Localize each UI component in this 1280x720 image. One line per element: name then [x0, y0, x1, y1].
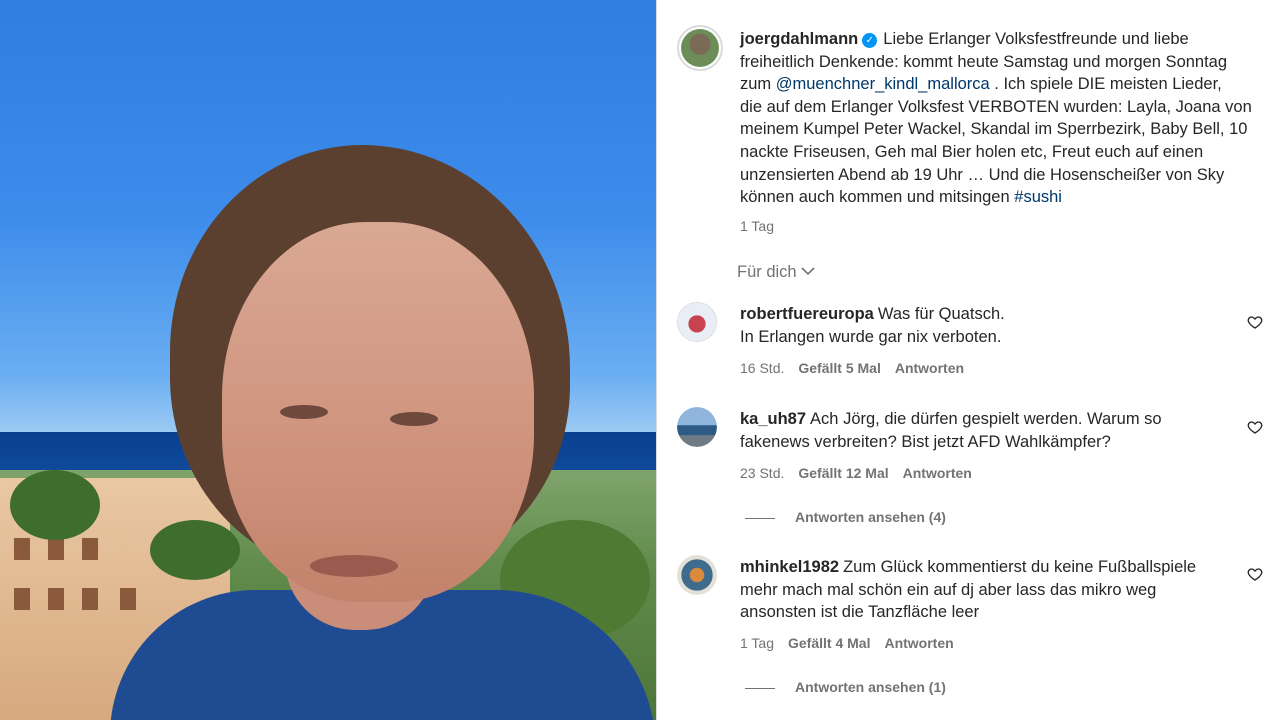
comment-time[interactable]: 1 Tag [740, 635, 774, 651]
replies-divider [745, 517, 775, 519]
reply-button[interactable]: Antworten [903, 465, 972, 481]
verified-badge-icon: ✓ [862, 33, 878, 48]
view-replies-button[interactable]: Antworten ansehen (1) [745, 679, 946, 695]
caption-text: nackte Friseusen, Geh mal Bier holen etc… [740, 142, 1204, 161]
comment-text: mhinkel1982 Zum Glück kommentierst du kei… [740, 556, 1230, 624]
like-heart-icon[interactable] [1247, 314, 1263, 330]
comment-text: robertfuereuropa Was für Quatsch. In Erla… [740, 303, 1220, 348]
reply-button[interactable]: Antworten [895, 360, 964, 376]
comment-meta: 1 Tag Gefällt 4 Mal Antworten [740, 635, 954, 651]
mention-link[interactable]: @muenchner_kindl_mallorca [776, 75, 990, 93]
view-replies-label: Antworten ansehen (1) [795, 679, 946, 695]
caption-text: . Ich spiele DIE meisten Lieder, [994, 75, 1222, 94]
comment-text: ka_uh87 Ach Jörg, die dürfen gespielt wer… [740, 408, 1220, 453]
post-caption: joergdahlmann ✓ Liebe Erlanger Volksfestfr… [740, 28, 1270, 209]
author-username[interactable]: joergdahlmann [740, 30, 858, 48]
comment-line: mehr mach mal schön ein auf dj aber lass… [740, 580, 1157, 599]
comment-line: fakenews verbreiten? Bist jetzt AFD Wahl… [740, 432, 1111, 451]
comment-meta: 16 Std. Gefällt 5 Mal Antworten [740, 360, 964, 376]
comment-line: Was für Quatsch. [877, 305, 1005, 323]
view-replies-button[interactable]: Antworten ansehen (4) [745, 509, 946, 525]
comment-time[interactable]: 16 Std. [740, 360, 784, 376]
chevron-down-icon [801, 263, 815, 281]
comment-time[interactable]: 23 Std. [740, 465, 784, 481]
likes-count-button[interactable]: Gefällt 12 Mal [798, 465, 888, 481]
media-palm [10, 470, 100, 540]
post-time[interactable]: 1 Tag [740, 218, 774, 234]
reply-button[interactable]: Antworten [884, 635, 953, 651]
likes-count-button[interactable]: Gefällt 4 Mal [788, 635, 870, 651]
commenter-avatar[interactable] [677, 302, 717, 342]
comment-meta: 23 Std. Gefällt 12 Mal Antworten [740, 465, 972, 481]
media-person-eye [390, 412, 438, 426]
comment-line: Zum Glück kommentierst du keine Fußballs… [843, 558, 1197, 576]
media-palm [150, 520, 240, 580]
commenter-avatar[interactable] [677, 407, 717, 447]
comment-filter-label: Für dich [737, 263, 797, 281]
caption-text: meinem Kumpel Peter Wackel, Skandal im S… [740, 120, 1248, 139]
media-person-eye [280, 405, 328, 419]
view-replies-label: Antworten ansehen (4) [795, 509, 946, 525]
caption-text: unzensierten Abend ab 19 Uhr … Und die H… [740, 165, 1225, 184]
comment-filter-dropdown[interactable]: Für dich [737, 263, 815, 282]
caption-text: Liebe Erlanger Volksfestfreunde und lieb… [883, 30, 1189, 48]
caption-text: freiheitlich Denkende: kommt heute Samst… [740, 52, 1228, 71]
caption-text: die auf dem Erlanger Volksfest VERBOTEN … [740, 97, 1252, 116]
replies-divider [745, 687, 775, 689]
caption-text: können auch kommen und mitsingen [740, 188, 1010, 207]
comments-panel: joergdahlmann ✓ Liebe Erlanger Volksfestfr… [656, 0, 1280, 720]
comment-line: ansonsten ist die Tanzfläche leer [740, 603, 980, 622]
hashtag-link[interactable]: #sushi [1014, 188, 1062, 206]
media-person-mouth [310, 555, 398, 577]
commenter-username[interactable]: robertfuereuropa [740, 305, 874, 323]
author-avatar[interactable] [677, 25, 723, 71]
comment-line: Ach Jörg, die dürfen gespielt werden. Wa… [810, 410, 1162, 428]
caption-text: zum [740, 75, 772, 94]
commenter-avatar[interactable] [677, 555, 717, 595]
media-person-face [222, 222, 534, 602]
like-heart-icon[interactable] [1247, 419, 1263, 435]
post-media[interactable] [0, 0, 656, 720]
likes-count-button[interactable]: Gefällt 5 Mal [798, 360, 880, 376]
commenter-username[interactable]: ka_uh87 [740, 410, 806, 428]
commenter-username[interactable]: mhinkel1982 [740, 558, 839, 576]
like-heart-icon[interactable] [1247, 566, 1263, 582]
comment-line: In Erlangen wurde gar nix verboten. [740, 327, 1002, 346]
